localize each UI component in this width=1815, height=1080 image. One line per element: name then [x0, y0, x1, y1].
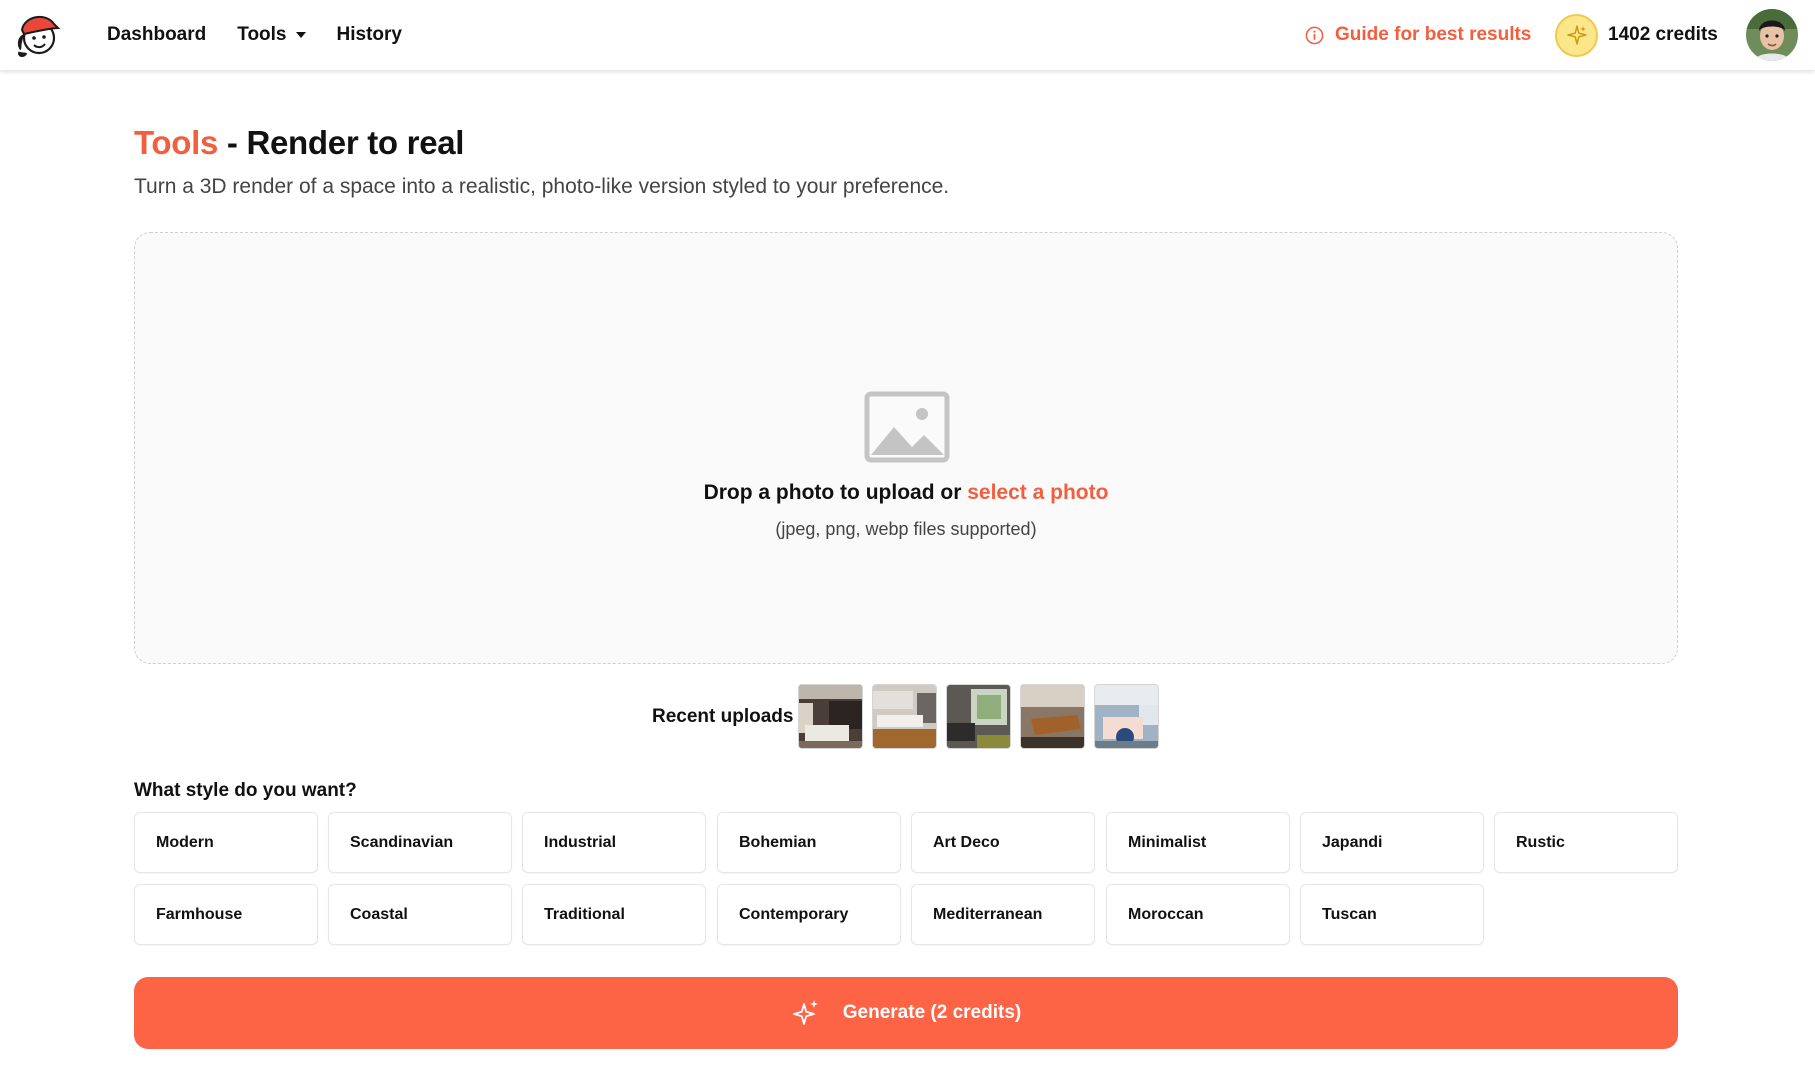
style-option-label: Farmhouse: [156, 905, 243, 923]
nav-dashboard-label: Dashboard: [107, 24, 207, 45]
style-option-label: Traditional: [544, 905, 625, 923]
style-option-modern[interactable]: Modern: [134, 812, 318, 873]
recent-thumbnail[interactable]: [798, 684, 863, 749]
style-option-minimalist[interactable]: Minimalist: [1106, 812, 1290, 873]
style-option-farmhouse[interactable]: Farmhouse: [134, 884, 318, 945]
chevron-down-icon: [295, 32, 306, 38]
recent-thumbnail[interactable]: [872, 684, 937, 749]
style-option-label: Rustic: [1516, 833, 1565, 851]
style-option-label: Mediterranean: [933, 905, 1043, 923]
image-placeholder-icon: [864, 391, 950, 463]
generate-label: Generate (2 credits): [842, 1002, 1022, 1023]
style-option-coastal[interactable]: Coastal: [328, 884, 512, 945]
recent-thumbnail[interactable]: [1094, 684, 1159, 749]
style-option-art-deco[interactable]: Art Deco: [911, 812, 1095, 873]
guide-link[interactable]: Guide for best results: [1305, 0, 1531, 70]
style-option-label: Tuscan: [1322, 905, 1377, 923]
recent-thumbnail[interactable]: [1020, 684, 1085, 749]
sparkle-icon: [792, 1000, 818, 1025]
dining-photo-icon: [1021, 685, 1084, 748]
style-option-rustic[interactable]: Rustic: [1494, 812, 1678, 873]
style-option-label: Art Deco: [933, 833, 1000, 851]
logo-icon[interactable]: [12, 10, 66, 58]
page-subtitle: Turn a 3D render of a space into a reali…: [134, 175, 950, 198]
style-option-moroccan[interactable]: Moroccan: [1106, 884, 1290, 945]
style-option-label: Scandinavian: [350, 833, 454, 851]
style-option-japandi[interactable]: Japandi: [1300, 812, 1484, 873]
style-option-label: Moroccan: [1128, 905, 1204, 923]
style-option-label: Coastal: [350, 905, 408, 923]
style-option-label: Contemporary: [739, 905, 849, 923]
top-navigation-bar: Dashboard Tools History Guide for best r…: [0, 0, 1815, 71]
generate-button[interactable]: Generate (2 credits): [134, 977, 1678, 1049]
dropzone-formats: (jpeg, png, webp files supported): [775, 519, 1037, 539]
page-title: Tools - Render to real: [134, 124, 464, 162]
style-option-scandinavian[interactable]: Scandinavian: [328, 812, 512, 873]
style-option-tuscan[interactable]: Tuscan: [1300, 884, 1484, 945]
living-room-photo-icon: [947, 685, 1010, 748]
recent-uploads: Recent uploads: [0, 684, 1815, 750]
user-avatar[interactable]: [1746, 9, 1798, 61]
nav-tools-label: Tools: [237, 24, 287, 45]
photo-dropzone[interactable]: Drop a photo to upload or select a photo…: [134, 232, 1678, 664]
nav-dashboard[interactable]: Dashboard: [107, 24, 206, 46]
main-nav: Dashboard Tools History: [107, 0, 433, 70]
style-option-industrial[interactable]: Industrial: [522, 812, 706, 873]
nav-history-label: History: [336, 24, 402, 45]
page-title-accent: Tools: [134, 124, 219, 161]
recent-uploads-label: Recent uploads: [652, 706, 794, 727]
style-option-label: Modern: [156, 833, 214, 851]
page-title-rest: - Render to real: [218, 124, 465, 161]
recent-thumbnail[interactable]: [946, 684, 1011, 749]
info-icon: [1305, 26, 1324, 44]
style-option-mediterranean[interactable]: Mediterranean: [911, 884, 1095, 945]
nav-tools-dropdown[interactable]: Tools: [237, 24, 306, 46]
style-option-contemporary[interactable]: Contemporary: [717, 884, 901, 945]
style-option-label: Minimalist: [1128, 833, 1207, 851]
style-option-label: Japandi: [1322, 833, 1383, 851]
coin-icon: [1555, 13, 1598, 57]
credits-label: 1402 credits: [1608, 24, 1718, 45]
credits-balance[interactable]: 1402 credits: [1555, 0, 1718, 70]
select-photo-link[interactable]: select a photo: [967, 481, 1108, 504]
bedroom-light-photo-icon: [1095, 685, 1158, 748]
guide-label: Guide for best results: [1335, 24, 1532, 45]
bedroom-dark-photo-icon: [799, 685, 862, 748]
kitchen-photo-icon: [873, 685, 936, 748]
style-option-bohemian[interactable]: Bohemian: [717, 812, 901, 873]
style-option-label: Industrial: [544, 833, 617, 851]
style-question: What style do you want?: [134, 780, 357, 801]
style-option-traditional[interactable]: Traditional: [522, 884, 706, 945]
dropzone-prompt: Drop a photo to upload or select a photo: [135, 481, 1677, 505]
nav-history[interactable]: History: [337, 24, 402, 46]
dropzone-prompt-text: Drop a photo to upload or: [703, 481, 968, 504]
style-option-label: Bohemian: [739, 833, 817, 851]
